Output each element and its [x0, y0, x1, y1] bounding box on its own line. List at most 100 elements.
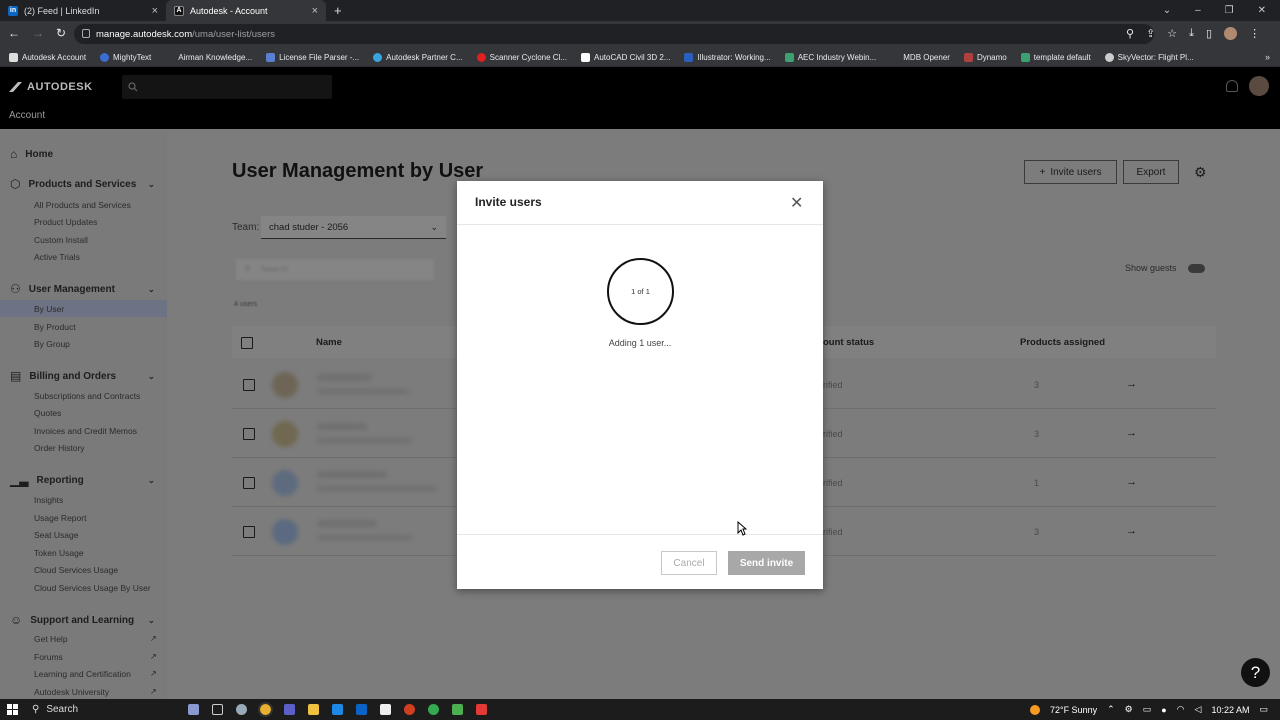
sidebar-item-autodesk-university[interactable]: Autodesk University [34, 687, 109, 697]
share-icon[interactable]: ⇪ [1146, 27, 1155, 40]
row-checkbox[interactable] [243, 379, 255, 391]
sidebar-reporting[interactable]: ▁▃ Reporting ⌄ [10, 473, 155, 487]
bookmark-item[interactable]: SkyVector: Flight Pl... [1104, 52, 1194, 62]
notifications-bell-icon[interactable] [1226, 80, 1238, 92]
sidepanel-icon[interactable]: ▯ [1206, 27, 1212, 40]
back-icon[interactable]: ← [8, 26, 20, 40]
select-all-checkbox[interactable] [241, 337, 253, 349]
volume-icon[interactable]: ◁ [1195, 704, 1202, 715]
windows-start-icon[interactable] [7, 704, 18, 715]
row-checkbox[interactable] [243, 526, 255, 538]
chrome-icon[interactable] [258, 702, 273, 717]
sidebar-item-usage-report[interactable]: Usage Report [34, 513, 86, 523]
close-icon[interactable]: × [152, 5, 158, 17]
chevron-up-icon[interactable]: ⌃ [1107, 704, 1115, 715]
sidebar-home[interactable]: ⌂ Home [10, 147, 53, 161]
sidebar-item-cloud-usage-by-user[interactable]: Cloud Services Usage By User [34, 583, 151, 593]
sidebar-item-custom-install[interactable]: Custom Install [34, 235, 88, 245]
teams-icon[interactable] [284, 704, 295, 715]
app-icon[interactable] [404, 704, 415, 715]
sidebar-item-get-help[interactable]: Get Help [34, 634, 68, 644]
sidebar-item-by-user[interactable]: By User [34, 304, 64, 314]
clock[interactable]: 10:22 AM [1211, 705, 1249, 715]
show-guests-toggle[interactable] [1188, 264, 1205, 273]
app-icon[interactable] [476, 704, 487, 715]
bookmarks-more-icon[interactable]: » [1265, 52, 1270, 62]
sidebar-item-learning[interactable]: Learning and Certification [34, 669, 131, 679]
mic-icon[interactable]: ● [1161, 705, 1166, 715]
arrow-right-icon[interactable]: → [1126, 427, 1137, 439]
bookmark-item[interactable]: Scanner Cyclone Cl... [476, 52, 567, 62]
cancel-button[interactable]: Cancel [661, 551, 717, 575]
close-window-icon[interactable]: ✕ [1258, 5, 1266, 16]
invite-users-button[interactable]: + Invite users [1024, 160, 1117, 184]
export-button[interactable]: Export [1123, 160, 1179, 184]
weather-text[interactable]: 72°F Sunny [1050, 705, 1097, 715]
outlook-icon[interactable] [356, 704, 367, 715]
help-button[interactable]: ? [1241, 658, 1270, 687]
bookmark-item[interactable]: Dynamo [963, 52, 1007, 62]
sidebar-item-by-group[interactable]: By Group [34, 339, 70, 349]
tab-autodesk[interactable]: A Autodesk - Account × [166, 0, 326, 21]
col-name[interactable]: Name [316, 337, 342, 348]
battery-icon[interactable]: ▭ [1143, 704, 1152, 715]
bookmark-item[interactable]: Autodesk Account [9, 52, 86, 62]
col-products-assigned[interactable]: Products assigned [1020, 337, 1105, 348]
minimize-icon[interactable]: – [1195, 5, 1201, 16]
app-icon[interactable] [452, 704, 463, 715]
gear-icon[interactable]: ⚙ [1194, 164, 1207, 181]
sidebar-support[interactable]: ☺ Support and Learning ⌄ [10, 613, 155, 627]
sidebar-item-seat-usage[interactable]: Seat Usage [34, 530, 78, 540]
sidebar-item-all-products[interactable]: All Products and Services [34, 200, 131, 210]
maximize-icon[interactable]: ❐ [1225, 5, 1234, 16]
bookmark-item[interactable]: template default [1020, 52, 1091, 62]
url-field[interactable]: manage.autodesk.com/uma/user-list/users [74, 24, 1154, 44]
row-checkbox[interactable] [243, 428, 255, 440]
sidebar-item-order-history[interactable]: Order History [34, 443, 85, 453]
row-checkbox[interactable] [243, 477, 255, 489]
task-view-icon[interactable] [212, 704, 223, 715]
app-icon[interactable] [236, 704, 247, 715]
bookmark-item[interactable]: AutoCAD Civil 3D 2... [581, 52, 670, 62]
bookmark-item[interactable]: Autodesk Partner C... [373, 52, 463, 62]
sidebar-item-forums[interactable]: Forums [34, 652, 63, 662]
download-icon[interactable]: ⤓ [1189, 27, 1194, 40]
app-icon[interactable] [332, 704, 343, 715]
arrow-right-icon[interactable]: → [1126, 378, 1137, 390]
reload-icon[interactable]: ↻ [56, 26, 66, 40]
bookmark-item[interactable]: License File Parser -... [266, 52, 359, 62]
new-tab-icon[interactable]: + [334, 3, 342, 18]
sidebar-item-token-usage[interactable]: Token Usage [34, 548, 84, 558]
bookmark-item[interactable]: MDB Opener [890, 53, 950, 62]
close-icon[interactable]: × [312, 5, 318, 17]
chrome-icon[interactable] [428, 704, 439, 715]
tab-search-icon[interactable]: ⌄ [1163, 5, 1171, 16]
network-icon[interactable]: ◠ [1177, 704, 1185, 715]
app-icon[interactable] [188, 704, 199, 715]
close-icon[interactable]: ✕ [790, 193, 803, 213]
user-avatar[interactable] [1249, 76, 1269, 96]
settings-icon[interactable]: ⚙ [1125, 704, 1133, 715]
forward-icon[interactable]: → [32, 26, 44, 40]
zoom-icon[interactable]: ⚲ [1126, 27, 1134, 40]
sidebar-item-active-trials[interactable]: Active Trials [34, 252, 80, 262]
user-search-input[interactable]: ⚲ Search [236, 259, 434, 280]
bookmark-item[interactable]: Illustrator: Working... [684, 52, 771, 62]
notification-icon[interactable]: ▭ [1259, 704, 1268, 715]
arrow-right-icon[interactable]: → [1126, 476, 1137, 488]
sidebar-item-cloud-usage[interactable]: Cloud Services Usage [34, 565, 118, 575]
col-account-status[interactable]: ount status [823, 337, 874, 348]
bookmark-item[interactable]: AEC Industry Webin... [784, 52, 876, 62]
sidebar-products[interactable]: ⬡ Products and Services ⌄ [10, 177, 155, 191]
taskbar-search[interactable]: ⚲ Search [32, 704, 162, 715]
sidebar-item-invoices[interactable]: Invoices and Credit Memos [34, 426, 137, 436]
tab-linkedin[interactable]: in (2) Feed | LinkedIn × [0, 0, 166, 21]
global-search-input[interactable] [122, 75, 332, 99]
sidebar-item-subscriptions[interactable]: Subscriptions and Contracts [34, 391, 140, 401]
profile-avatar[interactable] [1224, 27, 1238, 40]
bookmark-item[interactable]: Airman Knowledge... [165, 53, 252, 62]
sidebar-item-quotes[interactable]: Quotes [34, 408, 61, 418]
sidebar-item-product-updates[interactable]: Product Updates [34, 217, 97, 227]
autodesk-logo[interactable]: AUTODESK [9, 81, 93, 93]
team-select[interactable]: chad studer - 2056 ⌄ [261, 216, 446, 239]
